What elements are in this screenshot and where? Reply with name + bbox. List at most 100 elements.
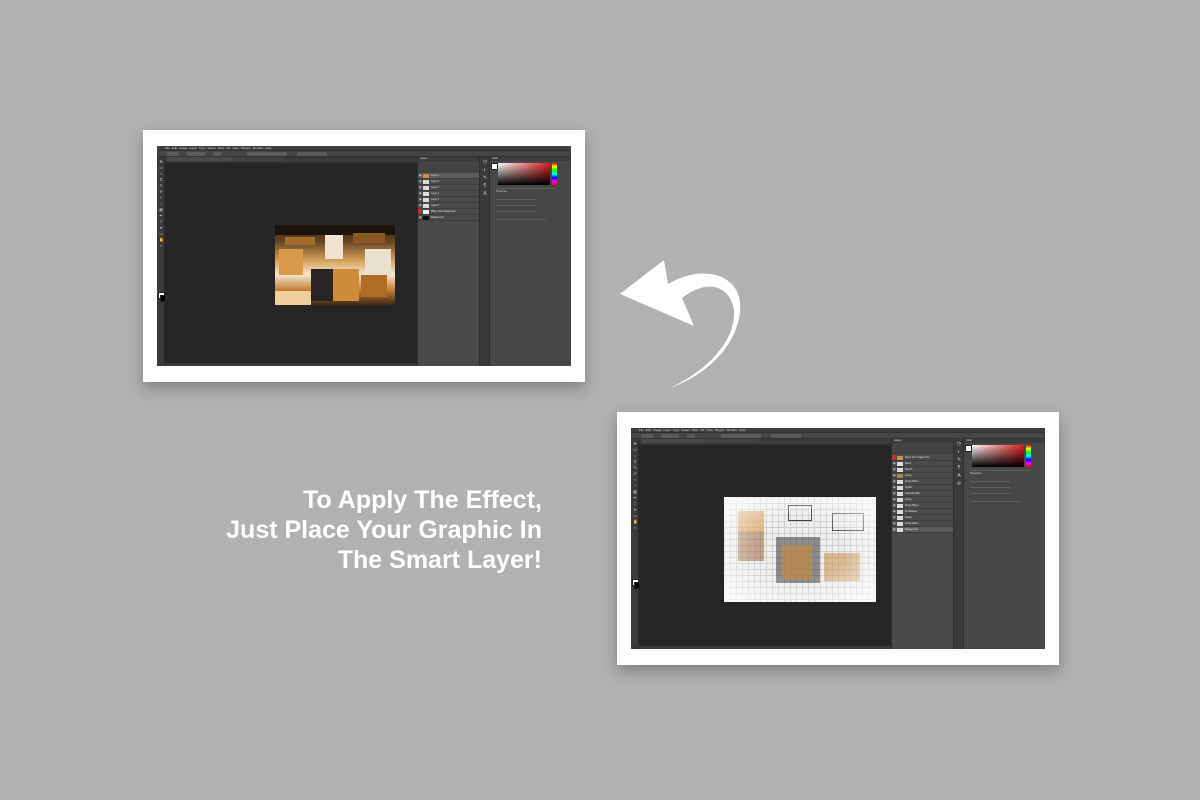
eye-icon[interactable]: ◉ [419, 192, 422, 195]
brush-settings-icon[interactable]: ✎ [956, 457, 962, 463]
move-tool-icon[interactable]: ✥ [633, 442, 637, 446]
property-field[interactable] [496, 211, 536, 212]
zoom-tool-icon[interactable]: ⌕ [633, 526, 637, 530]
layer-row[interactable]: ◉ Background [418, 215, 479, 221]
pen-tool-icon[interactable]: ✒ [633, 496, 637, 500]
lasso-tool-icon[interactable]: ○ [159, 172, 163, 176]
eye-icon[interactable]: ◉ [893, 522, 896, 525]
lasso-tool-icon[interactable]: ○ [633, 454, 637, 458]
property-field[interactable] [970, 487, 1010, 488]
options-chip[interactable] [213, 152, 221, 156]
property-field[interactable] [970, 501, 1020, 502]
options-chip[interactable] [297, 152, 327, 156]
stamp-tool-icon[interactable]: ▪ [159, 196, 163, 200]
options-chip[interactable] [661, 434, 679, 438]
paragraph-icon[interactable]: ¶ [956, 465, 962, 471]
eye-icon[interactable]: ◉ [893, 498, 896, 501]
pen-tool-icon[interactable]: ✒ [159, 214, 163, 218]
ruler [165, 161, 417, 163]
options-chip[interactable] [247, 152, 287, 156]
glyphs-icon[interactable]: ✣ [956, 481, 962, 487]
options-chip[interactable] [167, 152, 179, 156]
hue-slider[interactable] [1026, 445, 1031, 467]
eye-icon[interactable]: ◉ [419, 174, 422, 177]
adjustments-icon[interactable]: ◐ [956, 449, 962, 455]
zoom-tool-icon[interactable]: ⌕ [159, 244, 163, 248]
eye-icon[interactable]: ◉ [893, 474, 896, 477]
eye-icon[interactable]: ◉ [893, 510, 896, 513]
options-chip[interactable] [687, 434, 695, 438]
property-field[interactable] [496, 199, 536, 200]
marquee-tool-icon[interactable]: ▭ [159, 166, 163, 170]
property-field[interactable] [970, 493, 1010, 494]
eye-icon[interactable]: ◉ [893, 468, 896, 471]
tab-color[interactable]: Color [966, 439, 972, 442]
crop-tool-icon[interactable]: ⌗ [159, 178, 163, 182]
marquee-tool-icon[interactable]: ▭ [633, 448, 637, 452]
property-field[interactable] [496, 205, 536, 206]
foreground-color-swatch[interactable] [965, 445, 972, 452]
eye-icon[interactable]: ◉ [893, 492, 896, 495]
eye-icon[interactable]: ◉ [419, 216, 422, 219]
eraser-tool-icon[interactable]: ▫ [159, 202, 163, 206]
eyedropper-tool-icon[interactable]: ✎ [633, 466, 637, 470]
gradient-tool-icon[interactable]: ▦ [159, 208, 163, 212]
property-field[interactable] [496, 219, 546, 220]
paragraph-icon[interactable]: ¶ [482, 183, 488, 189]
layer-thumbnail [897, 528, 903, 532]
eye-icon[interactable]: ◉ [893, 462, 896, 465]
eyedropper-tool-icon[interactable]: ✎ [159, 184, 163, 188]
hand-tool-icon[interactable]: ✋ [633, 520, 638, 524]
foreground-color-swatch[interactable] [491, 163, 498, 170]
stamp-tool-icon[interactable]: ▪ [633, 478, 637, 482]
options-bar [157, 150, 571, 157]
options-chip[interactable] [771, 434, 801, 438]
adjustments-icon[interactable]: ◐ [482, 167, 488, 173]
options-chip[interactable] [721, 434, 761, 438]
brush-settings-icon[interactable]: ✎ [482, 175, 488, 181]
gradient-tool-icon[interactable]: ▦ [633, 490, 637, 494]
eye-icon[interactable]: ◉ [893, 528, 896, 531]
color-picker-field[interactable] [498, 163, 550, 185]
divider [970, 470, 1030, 471]
layers-panel: Layers ◉ Layer 1 ◉ Layer 2 ◉ Layer 3 ◉ L… [417, 157, 479, 366]
eye-icon[interactable]: ◉ [419, 180, 422, 183]
eye-icon[interactable]: ◉ [893, 516, 896, 519]
eye-icon[interactable]: ◉ [893, 504, 896, 507]
character-icon[interactable]: A [482, 191, 488, 197]
path-tool-icon[interactable]: ➤ [633, 508, 637, 512]
kitchen-photo [275, 225, 395, 305]
shape-tool-icon[interactable]: ▭ [633, 514, 637, 518]
shape-tool-icon[interactable]: ▭ [159, 232, 163, 236]
hand-tool-icon[interactable]: ✋ [159, 238, 164, 242]
eye-icon[interactable]: ◉ [419, 186, 422, 189]
layer-thumbnail [897, 468, 903, 472]
photoshop-window-before: File Edit Image Layer Type Select Filter… [157, 146, 571, 366]
layer-row[interactable]: ◉ Background [892, 527, 953, 533]
hue-slider[interactable] [552, 163, 557, 185]
eye-icon[interactable]: ◉ [893, 486, 896, 489]
brush-tool-icon[interactable]: ✐ [159, 190, 163, 194]
eye-icon[interactable]: ◉ [893, 480, 896, 483]
history-icon[interactable]: ◷ [956, 441, 962, 447]
move-tool-icon[interactable]: ✥ [159, 160, 163, 164]
tab-color[interactable]: Color [492, 157, 498, 160]
panel-icon-strip: ◷ ◐ ✎ ¶ A ✣ [953, 439, 963, 649]
layer-thumbnail [897, 456, 903, 460]
eye-icon[interactable]: ◉ [419, 198, 422, 201]
layer-thumbnail [423, 216, 429, 220]
color-picker-field[interactable] [972, 445, 1024, 467]
brush-tool-icon[interactable]: ✐ [633, 472, 637, 476]
text-tool-icon[interactable]: T [159, 220, 163, 224]
property-field[interactable] [970, 481, 1010, 482]
eraser-tool-icon[interactable]: ▫ [633, 484, 637, 488]
path-tool-icon[interactable]: ➤ [159, 226, 163, 230]
layer-thumbnail [897, 462, 903, 466]
options-chip[interactable] [187, 152, 205, 156]
history-icon[interactable]: ◷ [482, 159, 488, 165]
crop-tool-icon[interactable]: ⌗ [633, 460, 637, 464]
text-tool-icon[interactable]: T [633, 502, 637, 506]
eye-icon[interactable]: ◉ [419, 204, 422, 207]
options-chip[interactable] [641, 434, 653, 438]
character-icon[interactable]: A [956, 473, 962, 479]
